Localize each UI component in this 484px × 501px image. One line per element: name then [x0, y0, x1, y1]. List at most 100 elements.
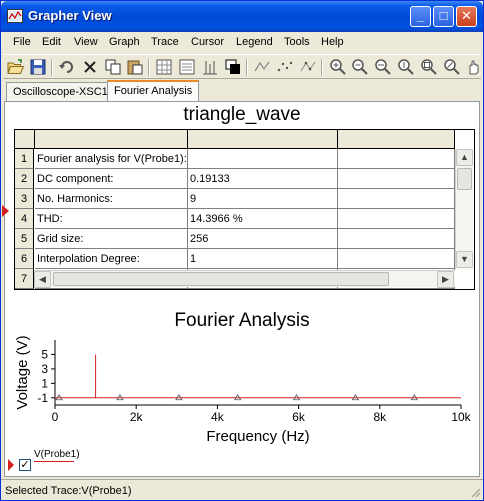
maximize-button[interactable]: □ — [433, 6, 454, 27]
grid-header — [15, 130, 455, 149]
grid-cell-extra[interactable] — [338, 189, 455, 209]
grid-row-number[interactable]: 3 — [15, 189, 34, 209]
menu-edit[interactable]: Edit — [42, 36, 61, 48]
grid-row-number[interactable]: 2 — [15, 169, 34, 189]
pan-icon[interactable] — [465, 58, 483, 76]
overlay-icon[interactable] — [224, 58, 242, 76]
horizontal-scrollbar[interactable]: ◀ ▶ — [34, 270, 455, 288]
grid-row-number[interactable]: 5 — [15, 229, 34, 249]
tab-fourier-analysis[interactable]: Fourier Analysis — [107, 80, 200, 102]
x-tick-label: 0 — [52, 410, 59, 424]
copy-icon[interactable] — [104, 58, 122, 76]
y-tick-label: -1 — [37, 391, 48, 405]
fourier-chart[interactable]: Fourier Analysis 0 2k 4k 6k 8k 10k -1135 Frequen… — [5, 305, 479, 455]
zoom-in-icon[interactable] — [329, 58, 347, 76]
grapher-app-icon — [7, 9, 23, 23]
delete-icon[interactable] — [81, 58, 99, 76]
menu-tools[interactable]: Tools — [284, 36, 310, 48]
series-marker — [351, 394, 360, 401]
grid-cell-extra[interactable] — [338, 249, 455, 269]
grid-cell-value[interactable]: 256 — [188, 229, 338, 249]
grid-column-header-a[interactable] — [35, 130, 188, 149]
close-button[interactable]: ✕ — [456, 6, 477, 27]
grid-cell-label[interactable]: THD: — [35, 209, 188, 229]
grid-cell-value[interactable]: 1 — [188, 249, 338, 269]
zoom-y-icon[interactable] — [397, 58, 415, 76]
grid-cell-label[interactable]: Grid size: — [35, 229, 188, 249]
chart-title: Fourier Analysis — [174, 310, 309, 331]
zoom-x-icon[interactable] — [374, 58, 392, 76]
grid-cell-extra[interactable] — [338, 149, 455, 169]
legend-selected-marker — [8, 459, 14, 471]
y-axis-label: Voltage (V) — [14, 335, 31, 409]
zoom-out-icon[interactable] — [351, 58, 369, 76]
legend-icon[interactable] — [178, 58, 196, 76]
undo-icon[interactable] — [58, 58, 76, 76]
grid-cell-value[interactable] — [188, 149, 338, 169]
vertical-scroll-thumb[interactable] — [457, 168, 472, 190]
grid-cell-label[interactable]: No. Harmonics: — [35, 189, 188, 209]
grid-cell-extra[interactable] — [338, 169, 455, 189]
paste-icon[interactable] — [126, 58, 144, 76]
open-folder-icon[interactable] — [7, 58, 25, 76]
grid-cell-value[interactable]: 9 — [188, 189, 338, 209]
scatter-marks-icon[interactable] — [276, 58, 294, 76]
grid-icon[interactable] — [155, 58, 173, 76]
scroll-left-button[interactable]: ◀ — [34, 271, 51, 288]
series-marker — [116, 394, 124, 401]
menu-help[interactable]: Help — [321, 36, 344, 48]
status-text: Selected Trace:V(Probe1) — [5, 485, 132, 497]
tab-oscilloscope[interactable]: Oscilloscope-XSC1 — [6, 82, 115, 101]
grid-row-number[interactable]: 7 — [15, 269, 34, 289]
legend-checkbox[interactable]: ✓ — [19, 459, 31, 471]
cursors-icon[interactable] — [201, 58, 219, 76]
toolbar-separator — [321, 59, 323, 76]
horizontal-scroll-thumb[interactable] — [53, 272, 389, 286]
grid-cell-value[interactable]: 0.19133 — [188, 169, 338, 189]
menu-graph[interactable]: Graph — [109, 36, 140, 48]
x-tick-label: 8k — [373, 410, 387, 424]
toolbar-separator — [246, 59, 248, 76]
grid-cell-label[interactable]: Fourier analysis for V(Probe1): — [35, 149, 188, 169]
zoom-toggle-icon[interactable] — [443, 58, 461, 76]
fourier-analysis-panel: triangle_wave 1 Fourier analysis for V(Pr… — [2, 101, 480, 477]
grid-cell-label[interactable]: Interpolation Degree: — [35, 249, 188, 269]
menu-cursor[interactable]: Cursor — [191, 36, 224, 48]
save-icon[interactable] — [29, 58, 47, 76]
y-tick-label: 5 — [41, 347, 48, 361]
series-marker — [292, 394, 301, 401]
grid-cell-extra[interactable] — [338, 229, 455, 249]
minimize-button[interactable]: _ — [410, 6, 431, 27]
grid-cell-extra[interactable] — [338, 209, 455, 229]
x-tick-label: 10k — [451, 410, 471, 424]
toolbar-separator — [148, 59, 150, 76]
menu-file[interactable]: File — [13, 36, 31, 48]
grid-row-number[interactable]: 6 — [15, 249, 34, 269]
scroll-right-button[interactable]: ▶ — [437, 271, 454, 288]
select-marks-icon[interactable] — [253, 58, 271, 76]
legend-label[interactable]: V(Probe1) — [34, 449, 80, 460]
vertical-scrollbar[interactable]: ▲ ▼ — [455, 149, 473, 269]
menu-view[interactable]: View — [74, 36, 98, 48]
line-marks-icon[interactable] — [299, 58, 317, 76]
title-bar[interactable]: Grapher View _ □ ✕ — [1, 1, 483, 32]
scroll-down-button[interactable]: ▼ — [456, 251, 473, 268]
grid-cell-value[interactable]: 14.3966 % — [188, 209, 338, 229]
scroll-up-button[interactable]: ▲ — [456, 149, 473, 166]
window-title: Grapher View — [28, 8, 112, 23]
x-tick-label: 6k — [292, 410, 306, 424]
grid-corner-header[interactable] — [15, 130, 35, 149]
menu-legend[interactable]: Legend — [236, 36, 273, 48]
grid-column-header-b[interactable] — [188, 130, 338, 149]
resize-grip-icon[interactable] — [469, 486, 481, 498]
menu-trace[interactable]: Trace — [151, 36, 179, 48]
zoom-full-icon[interactable] — [420, 58, 438, 76]
grid-cell-label[interactable]: DC component: — [35, 169, 188, 189]
grid-row-number[interactable]: 1 — [15, 149, 34, 169]
y-tick-label: 1 — [41, 376, 48, 390]
grid-column-header-c[interactable] — [338, 130, 455, 149]
series-line — [55, 354, 461, 399]
x-tick-label: 4k — [211, 410, 225, 424]
toolbar — [3, 54, 481, 79]
grid-row-number[interactable]: 4 — [15, 209, 34, 229]
